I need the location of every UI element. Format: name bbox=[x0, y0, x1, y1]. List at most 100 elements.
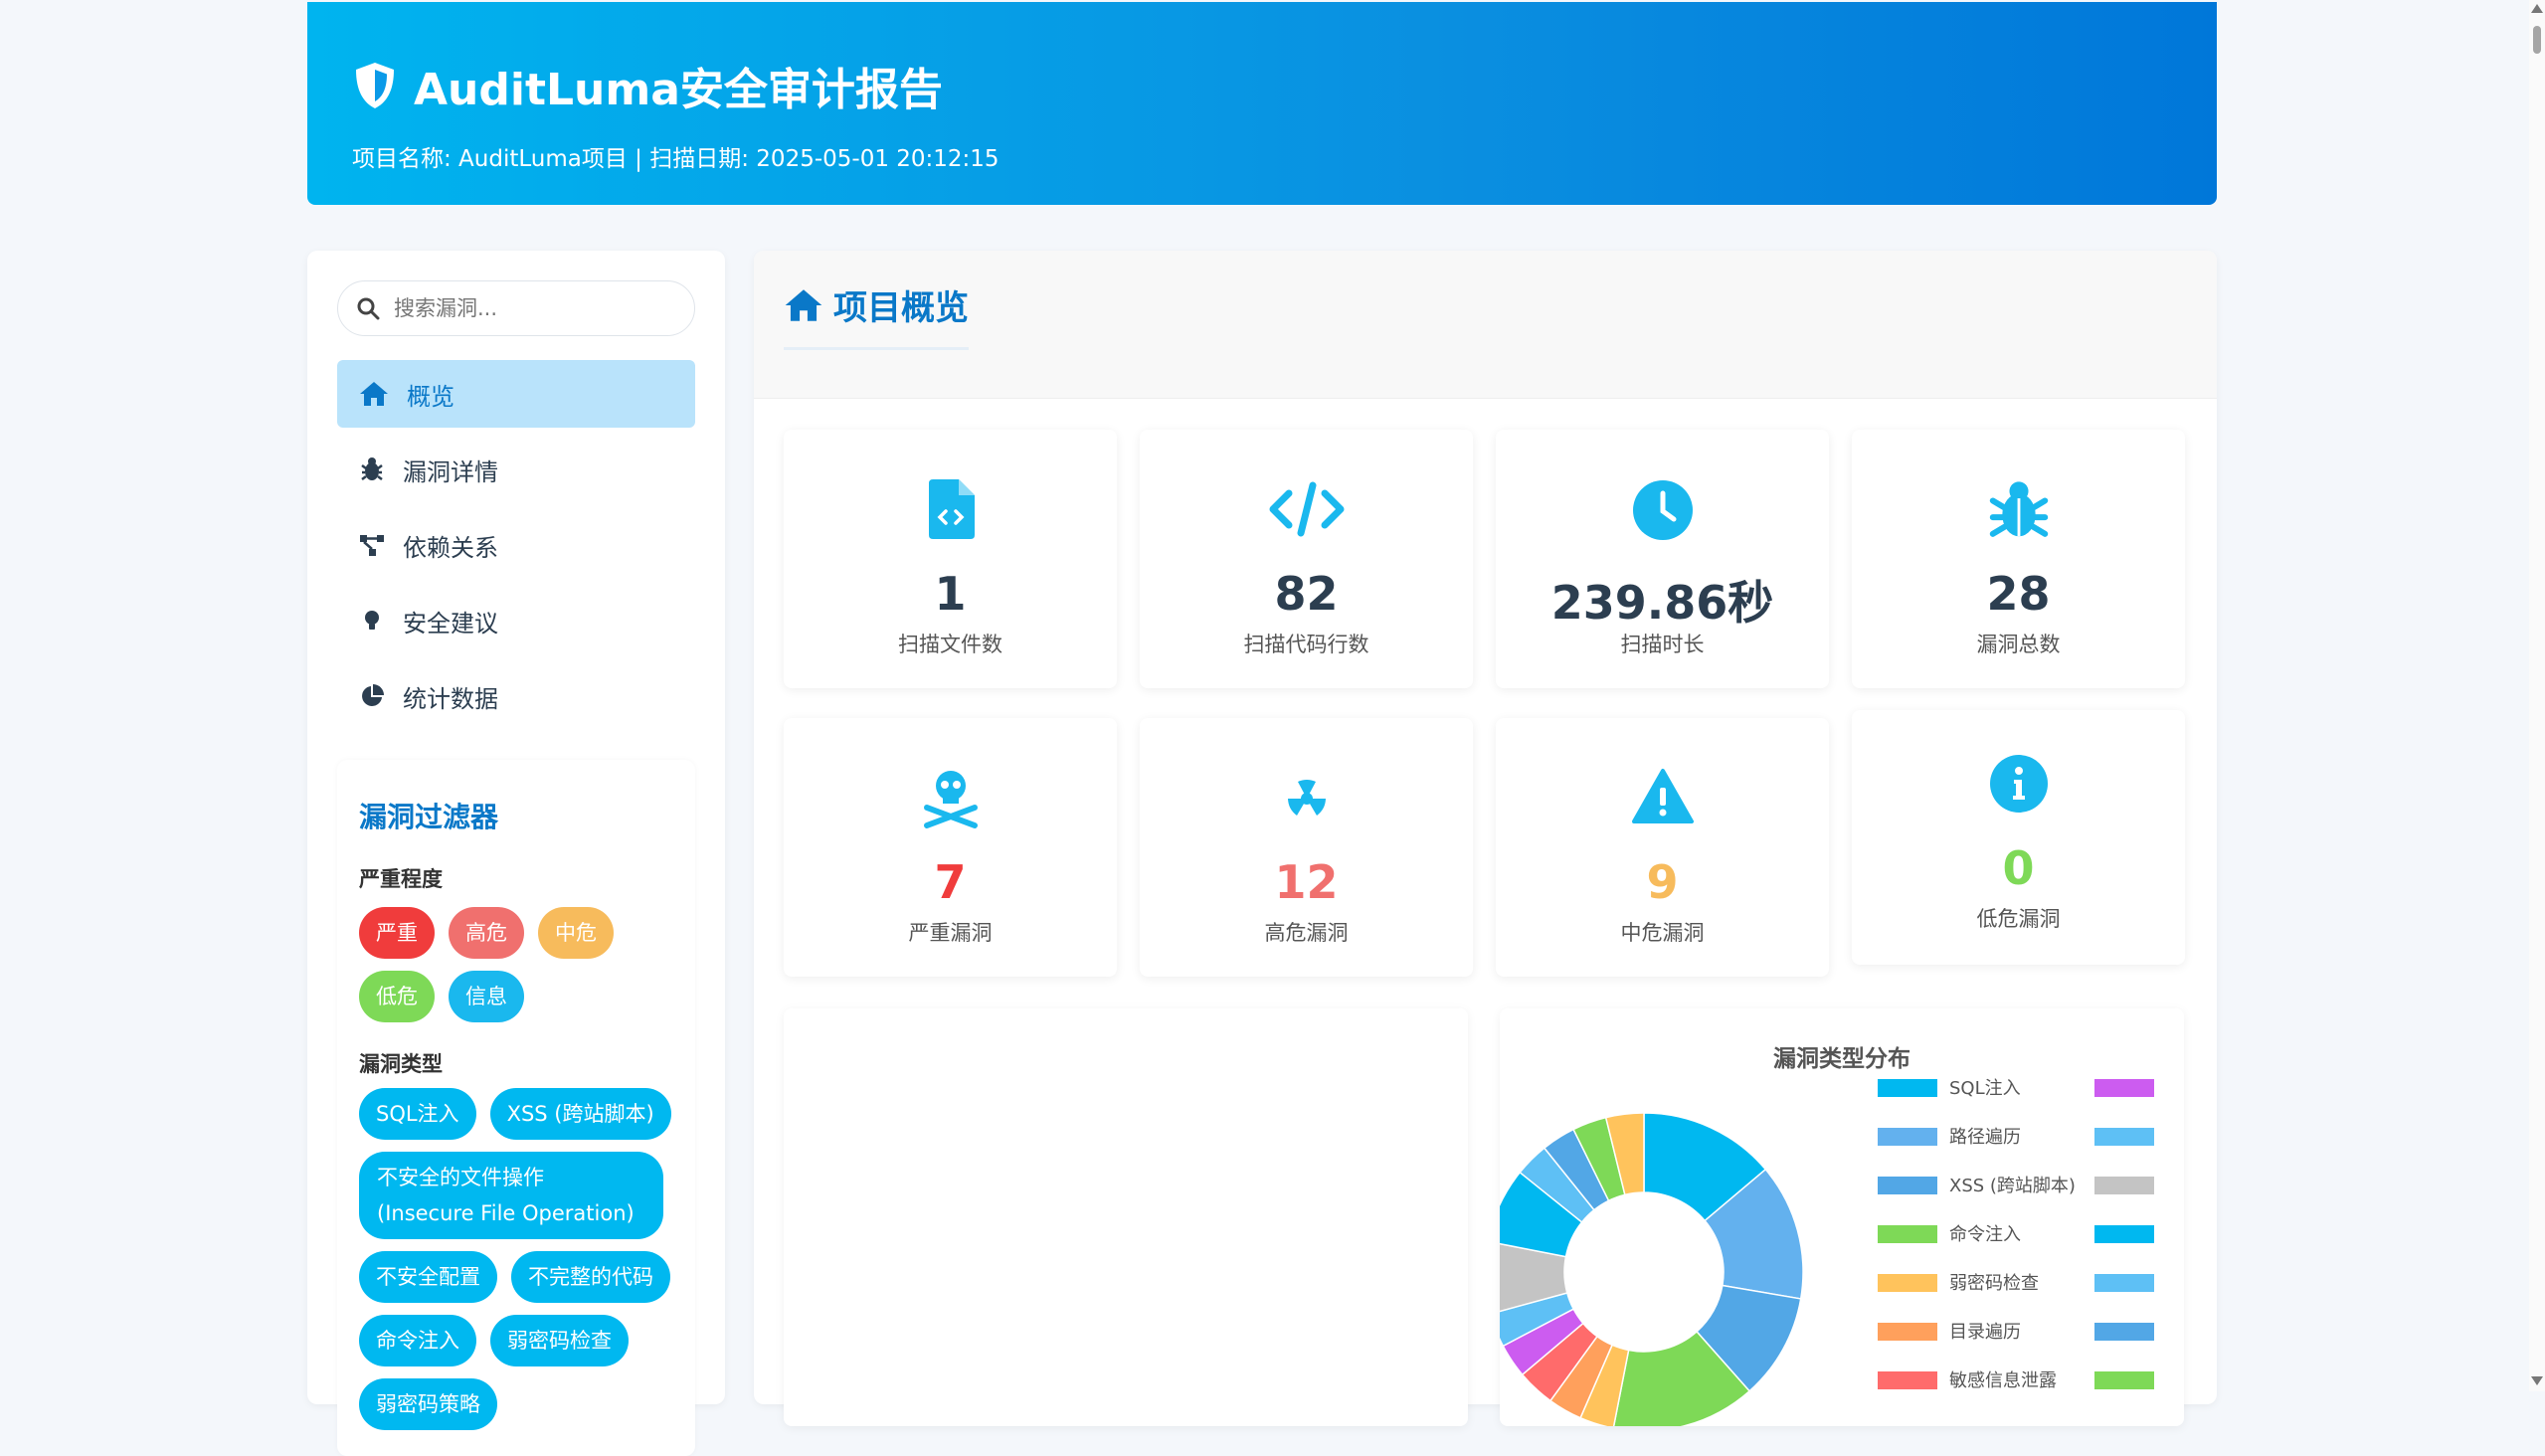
section-title-text: 项目概览 bbox=[833, 288, 969, 328]
legend-label[interactable]: 弱密码检查 bbox=[1949, 1273, 2039, 1294]
section-header: 项目概览 bbox=[754, 251, 2217, 399]
legend-swatch bbox=[1878, 1079, 1937, 1097]
radiation-icon bbox=[1287, 780, 1326, 816]
nav-item-vulnerabilities[interactable]: 漏洞详情 bbox=[337, 436, 695, 503]
severity-chip-low[interactable]: 低危 bbox=[359, 971, 435, 1022]
type-filter-label: 漏洞类型 bbox=[359, 1052, 443, 1076]
stat-card-critical: 7 严重漏洞 bbox=[784, 718, 1117, 977]
sidebar: 概览 漏洞详情 依赖关系 安全建议 bbox=[307, 251, 725, 1456]
legend-swatch bbox=[1878, 1128, 1937, 1146]
legend-swatch bbox=[1878, 1323, 1937, 1341]
legend-label[interactable]: 目录遍历 bbox=[1949, 1322, 2021, 1343]
nav-item-overview[interactable]: 概览 bbox=[337, 360, 695, 428]
main-content: 项目概览 1 扫描文件数 82 扫描代码行数 239.86秒 扫描时长 28 漏… bbox=[754, 251, 2217, 1432]
code-icon bbox=[1269, 481, 1344, 537]
stat-label: 低危漏洞 bbox=[1976, 907, 2061, 931]
search-box[interactable] bbox=[337, 280, 695, 336]
legend-swatch bbox=[2094, 1274, 2154, 1292]
nav-item-recommendations[interactable]: 安全建议 bbox=[337, 587, 695, 654]
legend-swatch bbox=[1878, 1225, 1937, 1243]
severity-filter-chips: 严重 高危 中危 低危 信息 bbox=[359, 907, 677, 1022]
sidebar-nav: 概览 漏洞详情 依赖关系 安全建议 统计数据 bbox=[337, 360, 695, 738]
info-icon bbox=[1989, 755, 2048, 813]
stat-card-files: 1 扫描文件数 bbox=[784, 430, 1117, 688]
stat-card-duration: 239.86秒 扫描时长 bbox=[1496, 430, 1829, 688]
legend-swatch bbox=[2094, 1225, 2154, 1243]
section-title: 项目概览 bbox=[784, 280, 969, 350]
stat-label: 扫描文件数 bbox=[898, 633, 1002, 656]
stat-label: 扫描代码行数 bbox=[1243, 633, 1369, 656]
search-icon bbox=[357, 297, 380, 320]
legend-swatch bbox=[2094, 1323, 2154, 1341]
report-subtitle: 项目名称: AuditLuma项目 | 扫描日期: 2025-05-01 20:… bbox=[352, 146, 1000, 172]
lightbulb-icon bbox=[365, 611, 379, 630]
stat-label: 漏洞总数 bbox=[1976, 633, 2061, 656]
type-chip[interactable]: SQL注入 bbox=[359, 1088, 476, 1140]
legend-swatch bbox=[2094, 1079, 2154, 1097]
type-chip[interactable]: 命令注入 bbox=[359, 1315, 476, 1366]
graph-icon bbox=[360, 535, 384, 556]
legend-swatch bbox=[1878, 1371, 1937, 1389]
chart-legend: SQL注入路径遍历 XSS (跨站脚本) 命令注入弱密码检查目录遍历敏感信息泄露 bbox=[1878, 1078, 2154, 1391]
stat-value: 239.86秒 bbox=[1550, 576, 1774, 630]
legend-label[interactable]: SQL注入 bbox=[1949, 1078, 2021, 1099]
stat-value: 7 bbox=[934, 855, 967, 909]
stat-label: 扫描时长 bbox=[1620, 633, 1705, 656]
stat-label: 高危漏洞 bbox=[1264, 921, 1349, 945]
vulnerability-filter: 漏洞过滤器 严重程度 严重 高危 中危 低危 信息 漏洞类型 SQL注入 XSS… bbox=[337, 760, 695, 1456]
type-chip[interactable]: 不安全的文件操作 (Insecure File Operation) bbox=[359, 1152, 663, 1239]
report-header: AuditLuma安全审计报告 项目名称: AuditLuma项目 | 扫描日期… bbox=[307, 2, 2217, 205]
nav-item-statistics[interactable]: 统计数据 bbox=[337, 662, 695, 730]
legend-swatch bbox=[1878, 1177, 1937, 1194]
severity-chip-high[interactable]: 高危 bbox=[449, 907, 524, 959]
severity-chip-info[interactable]: 信息 bbox=[449, 971, 524, 1022]
bug-icon bbox=[1989, 481, 2048, 537]
type-chip[interactable]: 不安全配置 bbox=[359, 1251, 497, 1303]
scrollbar-thumb[interactable] bbox=[2533, 26, 2541, 54]
stat-card-total-vulns: 28 漏洞总数 bbox=[1852, 430, 2185, 688]
stat-value: 9 bbox=[1646, 855, 1679, 909]
pie-chart-icon bbox=[362, 684, 384, 706]
stat-card-medium: 9 中危漏洞 bbox=[1496, 718, 1829, 977]
home-icon bbox=[785, 288, 822, 321]
clock-icon bbox=[1632, 480, 1693, 540]
scroll-up-arrow[interactable] bbox=[2531, 4, 2543, 13]
skull-crossbones-icon bbox=[923, 771, 978, 828]
stat-label: 严重漏洞 bbox=[908, 921, 993, 945]
type-chip[interactable]: XSS (跨站脚本) bbox=[489, 1088, 671, 1140]
type-distribution-panel: 漏洞类型分布 SQL注入路径遍历 XSS (跨站脚本) 命令注入弱密码检查目录遍历敏… bbox=[1484, 1008, 2184, 1432]
pie-slices bbox=[1484, 1112, 1804, 1432]
type-filter-chips: SQL注入 XSS (跨站脚本) 不安全的文件操作 (Insecure File… bbox=[359, 1088, 677, 1430]
warning-icon bbox=[1631, 769, 1694, 823]
severity-chart-panel bbox=[784, 1008, 1468, 1426]
legend-label[interactable]: 敏感信息泄露 bbox=[1949, 1370, 2057, 1391]
severity-chip-medium[interactable]: 中危 bbox=[538, 907, 614, 959]
legend-label[interactable]: 命令注入 bbox=[1949, 1224, 2021, 1245]
legend-swatch bbox=[1878, 1274, 1937, 1292]
search-input[interactable] bbox=[392, 295, 674, 321]
window-scrollbar[interactable] bbox=[2529, 0, 2545, 1391]
type-chip[interactable]: 弱密码策略 bbox=[359, 1378, 497, 1430]
report-title-text: AuditLuma安全审计报告 bbox=[414, 65, 943, 115]
legend-swatch bbox=[2094, 1128, 2154, 1146]
nav-label: 依赖关系 bbox=[403, 533, 498, 562]
severity-filter-label: 严重程度 bbox=[359, 867, 443, 891]
stat-label: 中危漏洞 bbox=[1620, 921, 1705, 945]
stat-value: 28 bbox=[1986, 567, 2051, 621]
nav-label: 概览 bbox=[407, 382, 454, 411]
scroll-down-arrow[interactable] bbox=[2531, 1376, 2543, 1385]
type-chip[interactable]: 不完整的代码 bbox=[511, 1251, 670, 1303]
type-chip[interactable]: 弱密码检查 bbox=[490, 1315, 629, 1366]
chart-title: 漏洞类型分布 bbox=[1773, 1045, 1910, 1072]
stat-card-high: 12 高危漏洞 bbox=[1140, 718, 1473, 977]
legend-label[interactable]: XSS (跨站脚本) bbox=[1949, 1176, 2076, 1196]
legend-label[interactable]: 路径遍历 bbox=[1949, 1127, 2021, 1148]
home-icon bbox=[360, 382, 388, 406]
nav-item-dependencies[interactable]: 依赖关系 bbox=[337, 511, 695, 579]
severity-chip-critical[interactable]: 严重 bbox=[359, 907, 435, 959]
stat-card-low: 0 低危漏洞 bbox=[1852, 710, 2185, 965]
stat-value: 0 bbox=[2002, 841, 2035, 895]
file-code-icon bbox=[928, 479, 975, 539]
stat-value: 1 bbox=[934, 567, 967, 621]
report-title: AuditLuma安全审计报告 bbox=[352, 54, 2217, 117]
